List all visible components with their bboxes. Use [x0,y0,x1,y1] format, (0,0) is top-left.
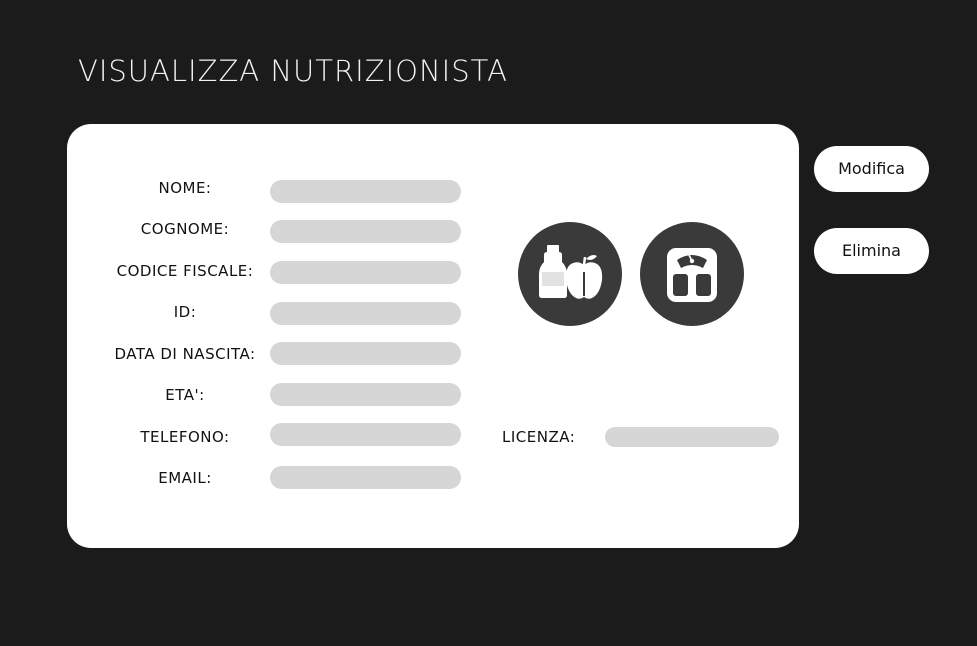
licenza-label: LICENZA: [502,428,576,446]
codice-fiscale-label: CODICE FISCALE: [116,262,254,280]
page: VISUALIZZA NUTRIZIONISTA NOME: COGNOME: … [0,0,977,646]
cognome-field [270,220,461,243]
email-label: EMAIL: [158,469,212,487]
email-field [270,466,461,489]
cognome-label: COGNOME: [140,220,230,238]
nutritionist-card: NOME: COGNOME: CODICE FISCALE: ID: DATA … [67,124,799,548]
delete-button[interactable]: Elimina [814,228,929,274]
nome-label: NOME: [158,179,212,197]
id-label: ID: [173,303,197,321]
telefono-field [270,423,461,446]
nutrition-food-icon [518,222,622,326]
telefono-label: TELEFONO: [140,428,230,446]
data-di-nascita-label: DATA DI NASCITA: [114,345,256,363]
eta-label: ETA': [165,386,205,404]
nome-field [270,180,461,203]
licenza-field [605,427,779,447]
data-di-nascita-field [270,342,461,365]
id-field [270,302,461,325]
codice-fiscale-field [270,261,461,284]
edit-button[interactable]: Modifica [814,146,929,192]
bathroom-scale-icon [640,222,744,326]
page-title: VISUALIZZA NUTRIZIONISTA [78,54,508,88]
eta-field [270,383,461,406]
